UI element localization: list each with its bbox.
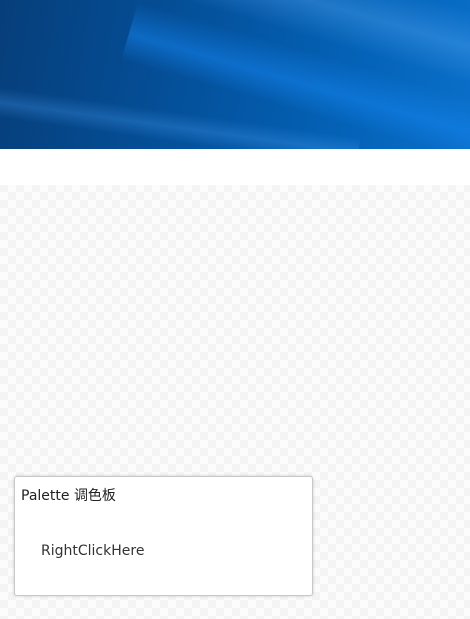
- right-click-target[interactable]: RightClickHere: [41, 543, 144, 559]
- toolbar-strip: [0, 149, 470, 185]
- desktop-wallpaper: [0, 0, 470, 149]
- palette-panel[interactable]: Palette 调色板 RightClickHere: [14, 476, 313, 596]
- palette-title: Palette 调色板: [21, 488, 116, 504]
